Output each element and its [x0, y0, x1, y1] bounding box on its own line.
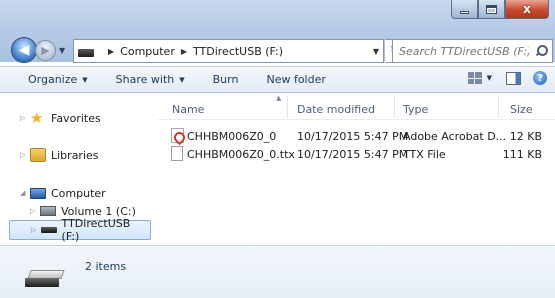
close-button[interactable]: x: [505, 0, 549, 19]
item-count: 2 items: [85, 260, 127, 273]
column-header-type[interactable]: Type: [403, 103, 428, 116]
nav-label-libraries: Libraries: [51, 148, 99, 162]
file-type: Adobe Acrobat D...: [403, 130, 507, 143]
search-box[interactable]: [392, 39, 553, 63]
column-headers: ▲ Name Date modified Type Size: [158, 94, 555, 120]
forward-button[interactable]: ▶: [35, 40, 56, 61]
burn-label: Burn: [212, 73, 239, 86]
nav-item-ttdirectusb[interactable]: ▷ TTDirectUSB (F:): [9, 217, 151, 243]
pdf-icon: [171, 128, 184, 143]
expand-arrow-icon[interactable]: ▷: [20, 114, 30, 122]
recent-pages-dropdown[interactable]: ▼: [59, 46, 65, 55]
burn-button[interactable]: Burn: [213, 73, 239, 86]
maximize-button[interactable]: [478, 0, 505, 19]
usb-drive-icon: [40, 227, 57, 233]
column-header-date-modified[interactable]: Date modified: [297, 103, 375, 116]
nav-label-ttdirect: TTDirectUSB (F:): [61, 217, 131, 243]
nav-item-favorites[interactable]: ▷ ★ Favorites: [20, 109, 101, 127]
help-icon[interactable]: ?: [533, 71, 547, 85]
back-button[interactable]: ◀: [11, 37, 37, 63]
chevron-down-icon[interactable]: ▼: [487, 74, 492, 82]
collapse-arrow-icon[interactable]: ◢: [20, 189, 30, 197]
computer-icon: [30, 187, 46, 199]
file-date: 10/17/2015 5:47 PM: [297, 148, 409, 161]
organize-button[interactable]: Organize ▼: [28, 73, 88, 86]
breadcrumb-computer[interactable]: Computer: [120, 45, 175, 58]
change-view-icon[interactable]: [467, 72, 482, 84]
arrow-right-icon: ▶: [41, 44, 50, 57]
column-header-size[interactable]: Size: [510, 103, 533, 116]
nav-label-computer: Computer: [51, 186, 106, 200]
expand-arrow-icon[interactable]: ▷: [20, 151, 30, 159]
usb-drive-icon: [25, 270, 65, 288]
file-size: 111 KB: [502, 148, 542, 161]
title-bar: x ◀ ▶ ▼ ▶ Computer ▶ TTDirectUSB (F:) ▼ …: [0, 0, 555, 63]
search-icon[interactable]: [535, 45, 548, 57]
minimize-icon: [460, 11, 469, 14]
toolbar-right-group: ▼ ?: [467, 71, 547, 85]
nav-label-volume: Volume 1 (C:): [61, 204, 136, 218]
new-folder-button[interactable]: New folder: [266, 73, 325, 86]
explorer-window: x ◀ ▶ ▼ ▶ Computer ▶ TTDirectUSB (F:) ▼ …: [0, 0, 555, 298]
preview-pane-icon[interactable]: [506, 71, 521, 85]
column-divider[interactable]: [498, 96, 499, 118]
expand-arrow-icon[interactable]: ▷: [30, 207, 40, 215]
breadcrumb-separator-icon[interactable]: ▶: [108, 47, 114, 56]
file-row[interactable]: CHHBM006Z0_0.ttx 10/17/2015 5:47 PM TTX …: [158, 146, 555, 163]
command-bar: Organize ▼ Share with ▼ Burn New folder …: [0, 66, 555, 93]
star-icon: ★: [30, 109, 44, 127]
file-name: CHHBM006Z0_0.ttx: [187, 148, 295, 161]
close-icon: x: [523, 2, 531, 16]
address-bar[interactable]: ▶ Computer ▶ TTDirectUSB (F:) ▼: [73, 39, 384, 63]
file-name: CHHBM006Z0_0: [187, 130, 277, 143]
expand-arrow-icon[interactable]: ▷: [31, 226, 41, 234]
breadcrumb-separator-icon[interactable]: ▶: [181, 47, 187, 56]
details-pane: 2 items: [0, 245, 555, 298]
file-type: TTX File: [403, 148, 446, 161]
file-date: 10/17/2015 5:47 PM: [297, 130, 409, 143]
column-divider[interactable]: [394, 96, 395, 118]
blank-file-icon: [171, 146, 183, 161]
caption-buttons: x: [451, 0, 549, 20]
breadcrumb-ttdirectusb[interactable]: TTDirectUSB (F:): [193, 45, 283, 58]
chevron-down-icon: ▼: [179, 75, 185, 84]
share-with-label: Share with: [115, 73, 175, 86]
search-input[interactable]: [399, 44, 529, 58]
minimize-button[interactable]: [451, 0, 478, 19]
nav-label-favorites: Favorites: [51, 111, 101, 125]
organize-label: Organize: [28, 73, 78, 86]
column-header-name[interactable]: Name: [172, 103, 204, 116]
chevron-down-icon: ▼: [82, 75, 88, 84]
library-folder-icon: [30, 148, 46, 162]
file-size: 12 KB: [509, 130, 542, 143]
new-folder-label: New folder: [266, 73, 326, 86]
hard-drive-icon: [40, 206, 56, 216]
file-row[interactable]: CHHBM006Z0_0 10/17/2015 5:47 PM Adobe Ac…: [158, 128, 555, 145]
nav-item-computer[interactable]: ◢ Computer: [20, 184, 106, 202]
sort-ascending-icon: ▲: [276, 94, 282, 102]
arrow-left-icon: ◀: [18, 42, 30, 58]
column-divider[interactable]: [287, 96, 288, 118]
share-with-button[interactable]: Share with ▼: [116, 73, 185, 86]
file-list: ▲ Name Date modified Type Size CHHBM006Z…: [158, 94, 555, 244]
maximize-icon: [486, 4, 497, 14]
nav-item-libraries[interactable]: ▷ Libraries: [20, 146, 99, 164]
usb-drive-icon: [78, 48, 94, 57]
address-dropdown-icon[interactable]: ▼: [373, 47, 379, 56]
navigation-pane: ▷ ★ Favorites ▷ Libraries ◢ Computer ▷ V…: [0, 94, 157, 244]
